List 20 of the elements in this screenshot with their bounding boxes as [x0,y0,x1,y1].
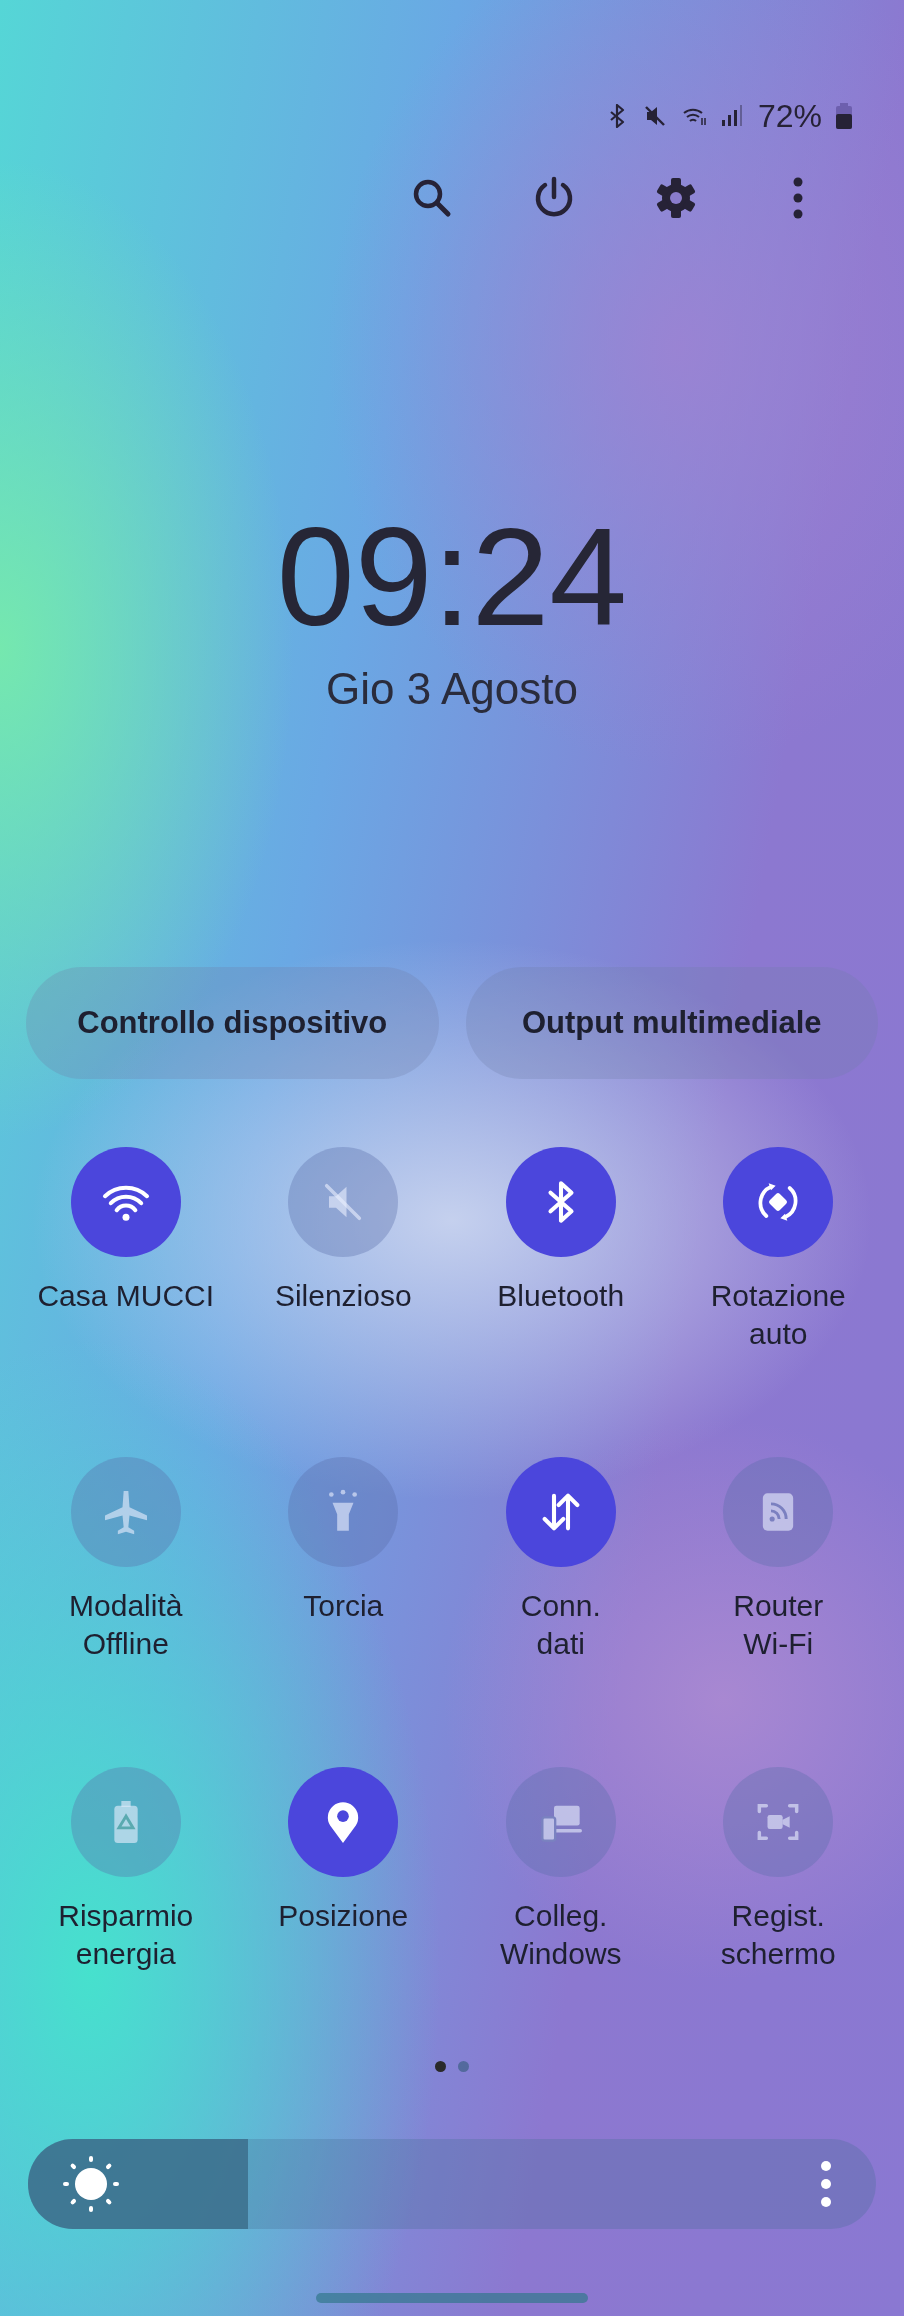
tile-label: Bluetooth [497,1278,625,1314]
battery-percentage: 72% [757,97,822,135]
tile-label: Risparmio energia [58,1898,194,1972]
tile-label: Silenzioso [274,1278,412,1314]
shortcut-button[interactable]: Controllo dispositivo [26,967,439,1079]
tile-label: Modalità Offline [69,1588,183,1662]
tile-label: Conn. dati [520,1588,601,1662]
clock-date: Gio 3 Agosto [326,663,578,715]
signal-status-icon [719,104,744,128]
tile-label: Router Wi-Fi [733,1588,824,1662]
clock-time: 09:24 [276,507,628,647]
tile-label: Colleg. Windows [499,1898,622,1972]
tile-label: Regist. schermo [720,1898,836,1972]
sun-icon [62,2155,120,2213]
tile-label: Rotazione auto [710,1278,846,1352]
battery-icon [836,103,852,129]
shortcut-button[interactable]: Output multimediale [465,967,878,1079]
tile-label: Casa MUCCI [37,1278,215,1314]
tile-label: Torcia [303,1588,384,1624]
tile-label: Posizione [278,1898,409,1934]
